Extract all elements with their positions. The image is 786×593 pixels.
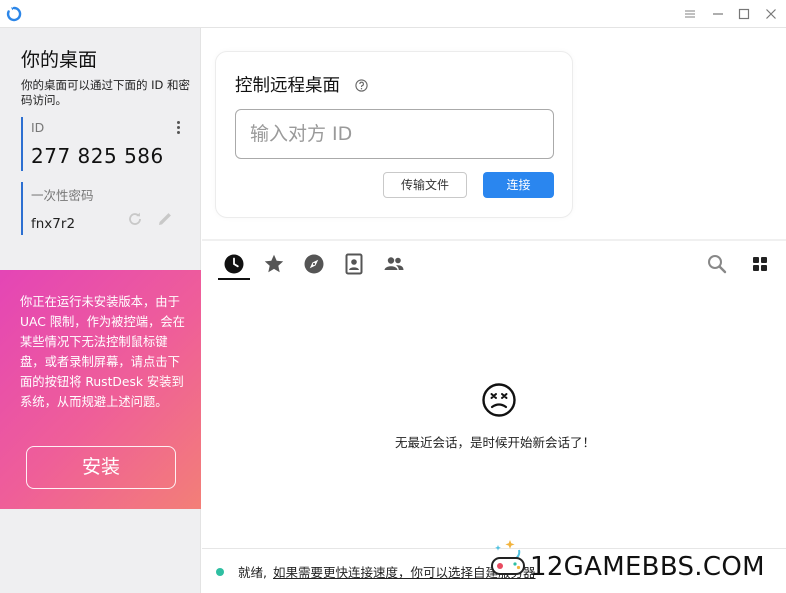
close-button[interactable] — [762, 5, 780, 23]
id-field: ID 277 825 586 — [21, 117, 186, 171]
watermark-text: 12GAMEBBS.COM — [530, 552, 765, 582]
install-button[interactable]: 安装 — [26, 446, 176, 489]
empty-sessions-text: 无最近会话，是时候开始新会话了！ — [394, 435, 595, 450]
minimize-button[interactable] — [709, 5, 727, 23]
password-field: 一次性密码 fnx7r2 — [21, 182, 186, 235]
sidebar-title: 你的桌面 — [21, 49, 98, 71]
transfer-file-button[interactable]: 传输文件 — [383, 172, 467, 198]
status-indicator — [216, 568, 224, 576]
active-tab-indicator — [218, 278, 250, 280]
connect-button[interactable]: 连接 — [483, 172, 554, 198]
more-options-icon[interactable] — [173, 119, 183, 137]
watermark: 12GAMEBBS.COM — [488, 536, 786, 588]
favorites-icon[interactable] — [263, 253, 285, 275]
group-icon[interactable] — [383, 253, 405, 275]
window-menu-icon[interactable] — [681, 5, 699, 23]
id-value[interactable]: 277 825 586 — [31, 144, 186, 168]
address-book-icon[interactable] — [343, 253, 365, 275]
password-label: 一次性密码 — [31, 188, 94, 203]
maximize-button[interactable] — [735, 5, 753, 23]
edit-icon[interactable] — [156, 210, 174, 228]
connect-title: 控制远程桌面 — [235, 76, 340, 96]
sidebar: 你的桌面 你的桌面可以通过下面的 ID 和密码访问。 ID 277 825 58… — [0, 28, 201, 593]
recent-sessions-icon[interactable] — [223, 253, 245, 275]
tab-divider — [202, 239, 786, 241]
sad-face-icon — [482, 383, 516, 417]
sidebar-description: 你的桌面可以通过下面的 ID 和密码访问。 — [21, 78, 191, 107]
promo-text: 你正在运行未安装版本，由于 UAC 限制，作为被控端，会在某些情况下无法控制鼠标… — [20, 295, 185, 409]
refresh-icon[interactable] — [126, 210, 144, 228]
id-label: ID — [31, 120, 45, 135]
title-bar — [0, 0, 786, 28]
help-icon[interactable] — [355, 79, 368, 92]
search-icon[interactable] — [706, 253, 728, 275]
remote-id-input[interactable] — [235, 109, 554, 159]
watermark-logo-icon — [491, 540, 525, 575]
install-promo: 你正在运行未安装版本，由于 UAC 限制，作为被控端，会在某些情况下无法控制鼠标… — [0, 270, 201, 509]
grid-view-icon[interactable] — [749, 253, 771, 275]
connect-card: 控制远程桌面 传输文件 连接 — [215, 51, 573, 218]
rustdesk-logo-icon — [6, 6, 22, 22]
status-ready-text: 就绪, — [238, 565, 267, 580]
discover-compass-icon[interactable] — [303, 253, 325, 275]
